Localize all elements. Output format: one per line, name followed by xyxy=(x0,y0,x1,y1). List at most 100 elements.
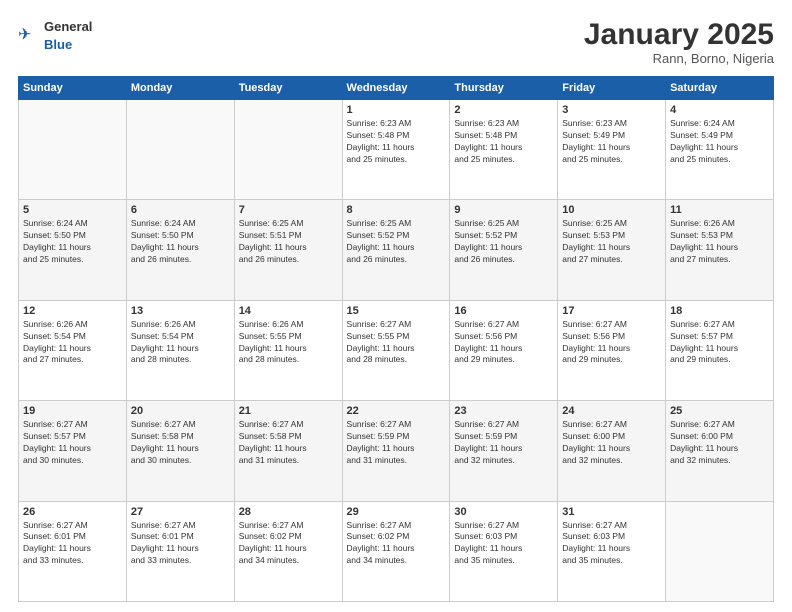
calendar-cell: 28Sunrise: 6:27 AM Sunset: 6:02 PM Dayli… xyxy=(234,501,342,601)
calendar-cell: 25 Sunrise: 6:27 AM Sunset: 6:00 PM Dayli… xyxy=(666,401,774,501)
day-number: 27 xyxy=(131,506,230,518)
day-info: Sunrise: 6:27 AM Sunset: 5:58 PM Dayligh… xyxy=(131,419,230,467)
day-info: Sunrise: 6:27 AM Sunset: 5:56 PM Dayligh… xyxy=(454,319,553,367)
day-info: Sunrise: 6:26 AM Sunset: 5:54 PM Dayligh… xyxy=(23,319,122,367)
calendar-cell: 19 Sunrise: 6:27 AM Sunset: 5:57 PM Dayli… xyxy=(19,401,127,501)
day-number: 3 xyxy=(562,104,661,116)
day-number: 14 xyxy=(239,305,338,317)
calendar-subtitle: Rann, Borno, Nigeria xyxy=(584,51,774,66)
calendar-cell: 14 Sunrise: 6:26 AM Sunset: 5:55 PM Dayli… xyxy=(234,300,342,400)
calendar-week-row: 12 Sunrise: 6:26 AM Sunset: 5:54 PM Dayli… xyxy=(19,300,774,400)
day-number: 8 xyxy=(347,204,446,216)
calendar-cell: 27 Sunrise: 6:27 AM Sunset: 6:01 PM Dayli… xyxy=(126,501,234,601)
calendar-title: January 2025 xyxy=(584,18,774,51)
day-number: 23 xyxy=(454,405,553,417)
day-info: Sunrise: 6:23 AM Sunset: 5:49 PM Dayligh… xyxy=(562,118,661,166)
day-number: 15 xyxy=(347,305,446,317)
calendar-cell xyxy=(234,100,342,200)
calendar-cell: 22Sunrise: 6:27 AM Sunset: 5:59 PM Dayli… xyxy=(342,401,450,501)
calendar-cell: 16 Sunrise: 6:27 AM Sunset: 5:56 PM Dayli… xyxy=(450,300,558,400)
calendar-cell: 6 Sunrise: 6:24 AM Sunset: 5:50 PM Daylig… xyxy=(126,200,234,300)
calendar-cell: 2 Sunrise: 6:23 AM Sunset: 5:48 PM Daylig… xyxy=(450,100,558,200)
day-info: Sunrise: 6:27 AM Sunset: 5:57 PM Dayligh… xyxy=(23,419,122,467)
calendar-cell: 8 Sunrise: 6:25 AM Sunset: 5:52 PM Daylig… xyxy=(342,200,450,300)
day-number: 31 xyxy=(562,506,661,518)
day-of-week-header: Saturday xyxy=(666,77,774,100)
calendar-cell xyxy=(19,100,127,200)
day-info: Sunrise: 6:27 AM Sunset: 5:59 PM Dayligh… xyxy=(347,419,446,467)
day-number: 4 xyxy=(670,104,769,116)
day-info: Sunrise: 6:27 AM Sunset: 5:56 PM Dayligh… xyxy=(562,319,661,367)
day-info: Sunrise: 6:27 AM Sunset: 6:01 PM Dayligh… xyxy=(131,520,230,568)
svg-text:✈: ✈ xyxy=(18,26,32,44)
day-number: 19 xyxy=(23,405,122,417)
calendar-cell: 29 Sunrise: 6:27 AM Sunset: 6:02 PM Dayli… xyxy=(342,501,450,601)
day-number: 1 xyxy=(347,104,446,116)
day-number: 20 xyxy=(131,405,230,417)
calendar-week-row: 1 Sunrise: 6:23 AM Sunset: 5:48 PM Daylig… xyxy=(19,100,774,200)
calendar-cell: 9 Sunrise: 6:25 AM Sunset: 5:52 PM Daylig… xyxy=(450,200,558,300)
day-info: Sunrise: 6:23 AM Sunset: 5:48 PM Dayligh… xyxy=(347,118,446,166)
day-info: Sunrise: 6:26 AM Sunset: 5:54 PM Dayligh… xyxy=(131,319,230,367)
calendar-cell: 18Sunrise: 6:27 AM Sunset: 5:57 PM Dayli… xyxy=(666,300,774,400)
day-info: Sunrise: 6:25 AM Sunset: 5:52 PM Dayligh… xyxy=(454,218,553,266)
logo-icon: ✈ xyxy=(18,25,40,47)
day-of-week-header: Tuesday xyxy=(234,77,342,100)
calendar-cell: 11Sunrise: 6:26 AM Sunset: 5:53 PM Dayli… xyxy=(666,200,774,300)
day-number: 29 xyxy=(347,506,446,518)
calendar-cell: 26 Sunrise: 6:27 AM Sunset: 6:01 PM Dayli… xyxy=(19,501,127,601)
day-number: 13 xyxy=(131,305,230,317)
day-number: 26 xyxy=(23,506,122,518)
day-info: Sunrise: 6:24 AM Sunset: 5:49 PM Dayligh… xyxy=(670,118,769,166)
logo-text-general: General xyxy=(44,19,92,34)
calendar-cell xyxy=(666,501,774,601)
title-block: January 2025 Rann, Borno, Nigeria xyxy=(584,18,774,66)
calendar-cell: 4 Sunrise: 6:24 AM Sunset: 5:49 PM Daylig… xyxy=(666,100,774,200)
day-number: 9 xyxy=(454,204,553,216)
calendar-week-row: 19 Sunrise: 6:27 AM Sunset: 5:57 PM Dayli… xyxy=(19,401,774,501)
day-number: 6 xyxy=(131,204,230,216)
calendar-cell: 7 Sunrise: 6:25 AM Sunset: 5:51 PM Daylig… xyxy=(234,200,342,300)
day-of-week-header: Wednesday xyxy=(342,77,450,100)
calendar-cell: 21 Sunrise: 6:27 AM Sunset: 5:58 PM Dayli… xyxy=(234,401,342,501)
day-info: Sunrise: 6:27 AM Sunset: 6:03 PM Dayligh… xyxy=(562,520,661,568)
day-info: Sunrise: 6:27 AM Sunset: 6:01 PM Dayligh… xyxy=(23,520,122,568)
day-info: Sunrise: 6:27 AM Sunset: 5:57 PM Dayligh… xyxy=(670,319,769,367)
calendar-cell: 13 Sunrise: 6:26 AM Sunset: 5:54 PM Dayli… xyxy=(126,300,234,400)
calendar-cell: 20 Sunrise: 6:27 AM Sunset: 5:58 PM Dayli… xyxy=(126,401,234,501)
day-number: 25 xyxy=(670,405,769,417)
day-info: Sunrise: 6:27 AM Sunset: 5:59 PM Dayligh… xyxy=(454,419,553,467)
day-info: Sunrise: 6:27 AM Sunset: 5:58 PM Dayligh… xyxy=(239,419,338,467)
day-of-week-header: Monday xyxy=(126,77,234,100)
day-number: 24 xyxy=(562,405,661,417)
day-number: 21 xyxy=(239,405,338,417)
day-info: Sunrise: 6:23 AM Sunset: 5:48 PM Dayligh… xyxy=(454,118,553,166)
day-number: 30 xyxy=(454,506,553,518)
day-number: 5 xyxy=(23,204,122,216)
day-number: 10 xyxy=(562,204,661,216)
day-info: Sunrise: 6:26 AM Sunset: 5:55 PM Dayligh… xyxy=(239,319,338,367)
logo: ✈ General Blue xyxy=(18,18,92,54)
day-number: 2 xyxy=(454,104,553,116)
day-of-week-header: Sunday xyxy=(19,77,127,100)
day-info: Sunrise: 6:26 AM Sunset: 5:53 PM Dayligh… xyxy=(670,218,769,266)
day-of-week-header: Thursday xyxy=(450,77,558,100)
day-info: Sunrise: 6:25 AM Sunset: 5:52 PM Dayligh… xyxy=(347,218,446,266)
calendar-cell xyxy=(126,100,234,200)
day-info: Sunrise: 6:27 AM Sunset: 6:02 PM Dayligh… xyxy=(347,520,446,568)
calendar-week-row: 5 Sunrise: 6:24 AM Sunset: 5:50 PM Daylig… xyxy=(19,200,774,300)
calendar-table: SundayMondayTuesdayWednesdayThursdayFrid… xyxy=(18,76,774,602)
day-info: Sunrise: 6:25 AM Sunset: 5:51 PM Dayligh… xyxy=(239,218,338,266)
day-info: Sunrise: 6:27 AM Sunset: 6:00 PM Dayligh… xyxy=(670,419,769,467)
calendar-cell: 24 Sunrise: 6:27 AM Sunset: 6:00 PM Dayli… xyxy=(558,401,666,501)
day-of-week-header: Friday xyxy=(558,77,666,100)
day-number: 7 xyxy=(239,204,338,216)
day-number: 12 xyxy=(23,305,122,317)
day-info: Sunrise: 6:24 AM Sunset: 5:50 PM Dayligh… xyxy=(131,218,230,266)
calendar-cell: 31 Sunrise: 6:27 AM Sunset: 6:03 PM Dayli… xyxy=(558,501,666,601)
day-number: 17 xyxy=(562,305,661,317)
day-info: Sunrise: 6:27 AM Sunset: 5:55 PM Dayligh… xyxy=(347,319,446,367)
day-info: Sunrise: 6:27 AM Sunset: 6:00 PM Dayligh… xyxy=(562,419,661,467)
day-number: 16 xyxy=(454,305,553,317)
day-number: 28 xyxy=(239,506,338,518)
